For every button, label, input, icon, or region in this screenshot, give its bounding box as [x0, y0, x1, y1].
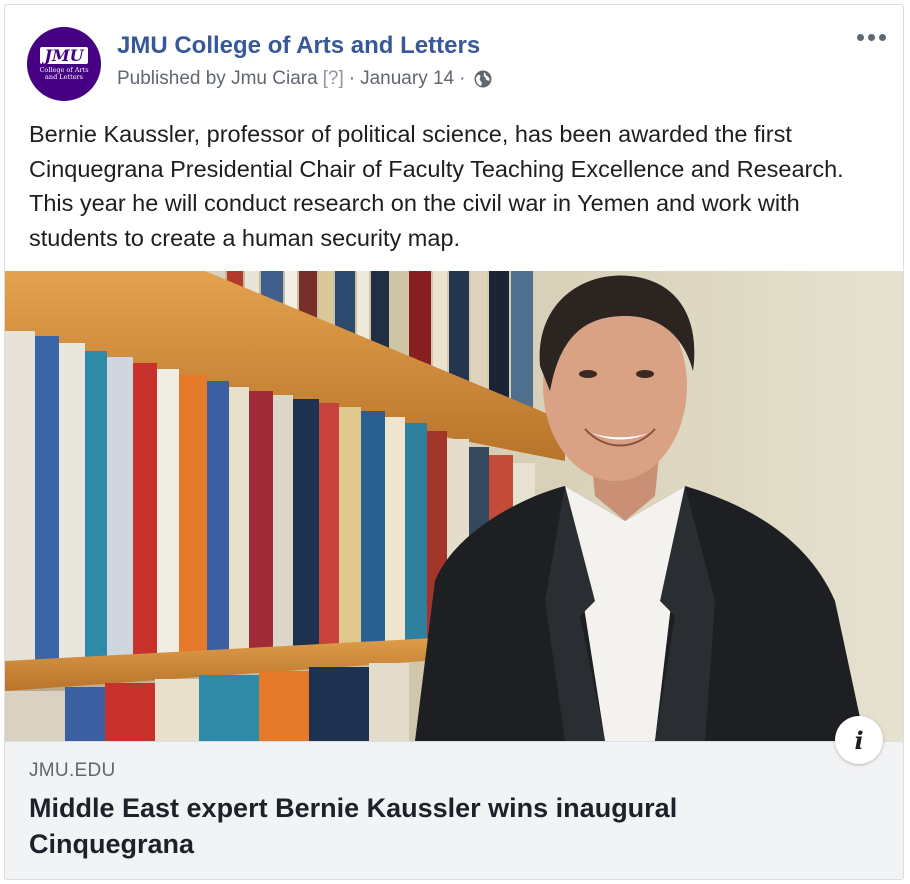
avatar-logo-subtext: College of Arts and Letters [39, 66, 89, 81]
link-preview-card[interactable]: JMU.EDU Middle East expert Bernie Kaussl… [5, 741, 903, 879]
ellipsis-dot [878, 33, 886, 41]
post-card: JMU College of Arts and Letters JMU Coll… [4, 4, 904, 880]
post-date[interactable]: January 14 [360, 68, 454, 90]
page-name-link[interactable]: JMU College of Arts and Letters [117, 32, 480, 60]
link-domain: JMU.EDU [29, 760, 116, 781]
avatar-logo: JMU [40, 47, 88, 64]
post-meta: Published by Jmu Ciara [?] · January 14 … [117, 68, 493, 90]
ellipsis-icon[interactable] [851, 23, 891, 51]
link-preview-image[interactable] [5, 271, 903, 741]
ellipsis-dot [856, 33, 864, 41]
info-icon[interactable]: i [835, 716, 883, 764]
meta-separator: · [348, 68, 356, 89]
link-title[interactable]: Middle East expert Bernie Kaussler wins … [29, 790, 809, 862]
post-body-text: Bernie Kaussler, professor of political … [29, 121, 844, 251]
info-glyph: i [854, 725, 864, 755]
ellipsis-dot [867, 33, 875, 41]
published-by[interactable]: Published by Jmu Ciara [117, 68, 318, 90]
help-marker[interactable]: [?] [323, 68, 344, 90]
globe-icon[interactable] [473, 69, 493, 89]
meta-separator-2: · [459, 68, 466, 89]
page-avatar[interactable]: JMU College of Arts and Letters [27, 27, 101, 101]
